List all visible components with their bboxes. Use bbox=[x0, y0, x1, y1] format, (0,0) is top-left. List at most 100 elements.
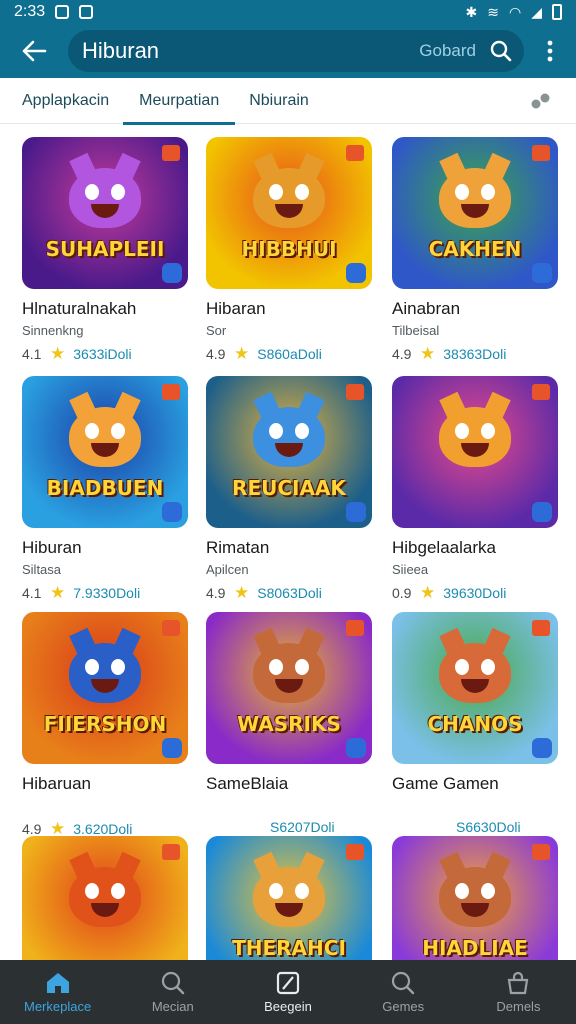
badge-icon bbox=[162, 844, 180, 860]
badge-icon bbox=[532, 384, 550, 400]
thumbnail-title: FIIERSHON bbox=[43, 712, 167, 736]
game-subtitle: Sinnenkng bbox=[22, 323, 84, 338]
tab-label: Applapkacin bbox=[22, 91, 110, 109]
game-name: Hiburan bbox=[22, 538, 82, 557]
search-icon bbox=[161, 971, 184, 994]
search-input-value: Hiburan bbox=[82, 38, 160, 63]
game-thumbnail[interactable]: CHANOS bbox=[392, 612, 558, 764]
game-thumbnail[interactable]: SUHAPLEII bbox=[22, 137, 188, 289]
game-meta: 4.1 ★ 7.9330Doli bbox=[22, 583, 188, 603]
game-meta: S6207Doli bbox=[206, 819, 372, 835]
game-meta: 4.9 ★ S8063Doli bbox=[206, 583, 372, 603]
game-price: 3633iDoli bbox=[73, 346, 132, 362]
game-character bbox=[253, 167, 325, 228]
nav-item-marketplace[interactable]: Merkeplace bbox=[0, 960, 115, 1024]
game-character bbox=[253, 866, 325, 927]
nav-item-beegein[interactable]: Beegein bbox=[230, 960, 345, 1024]
game-name: Hibgelaalarka bbox=[392, 538, 496, 557]
star-icon: ★ bbox=[420, 583, 436, 602]
game-meta: S6630Doli bbox=[392, 819, 558, 835]
game-thumbnail[interactable]: CAKHEN bbox=[392, 137, 558, 289]
tab-meurpatian[interactable]: Meurpatian bbox=[123, 78, 236, 125]
game-rating-number: 0.9 bbox=[392, 585, 412, 601]
nav-label: Merkeplace bbox=[24, 998, 92, 1014]
game-character bbox=[69, 642, 141, 703]
game-rating-number: 4.1 bbox=[22, 346, 42, 362]
status-time: 2:33 bbox=[14, 3, 46, 20]
wifi-icon: ◠ bbox=[509, 3, 522, 20]
game-price: 3.620Doli bbox=[73, 821, 133, 837]
star-icon: ★ bbox=[234, 583, 250, 602]
game-thumbnail[interactable]: HIBBHUI bbox=[206, 137, 372, 289]
game-card[interactable]: FIIERSHON Hibaruan 4.9 ★ 3.620Doli bbox=[22, 612, 188, 839]
nav-label: Gemes bbox=[382, 998, 425, 1014]
game-character bbox=[439, 167, 511, 228]
game-card[interactable]: SUHAPLEII Hlnaturalnakah Sinnenkng 4.1 ★ 3633… bbox=[22, 137, 188, 364]
thumbnail-title: CHANOS bbox=[427, 712, 523, 736]
nav-label: Demels bbox=[496, 998, 541, 1014]
thumbnail-title: HIBBHUI bbox=[241, 237, 337, 261]
download-icon[interactable] bbox=[162, 738, 182, 758]
badge-icon bbox=[162, 384, 180, 400]
game-meta: 4.1 ★ 3633iDoli bbox=[22, 344, 188, 364]
game-name: Ainabran bbox=[392, 299, 461, 318]
game-price: 7.9330Doli bbox=[73, 585, 141, 601]
arrow-left-icon bbox=[22, 40, 47, 62]
badge-icon bbox=[532, 844, 550, 860]
vibrate-icon: ≋ bbox=[487, 3, 499, 20]
download-icon[interactable] bbox=[346, 263, 366, 283]
game-card[interactable]: HIBBHUI Hibaran Sor 4.9 ★ S860aDoli bbox=[206, 137, 372, 364]
link-button[interactable] bbox=[528, 88, 554, 114]
game-meta: 4.9 ★ S860aDoli bbox=[206, 344, 372, 364]
nav-item-mecian[interactable]: Mecian bbox=[115, 960, 230, 1024]
back-button[interactable] bbox=[10, 27, 58, 75]
download-icon[interactable] bbox=[532, 738, 552, 758]
download-icon[interactable] bbox=[532, 502, 552, 522]
game-name: SameBlaia bbox=[206, 774, 289, 793]
game-thumbnail[interactable]: FIIERSHON bbox=[22, 612, 188, 764]
search-input[interactable]: Hiburan Gobard bbox=[68, 30, 524, 72]
thumbnail-title: REUCIAAK bbox=[232, 476, 346, 500]
game-thumbnail[interactable] bbox=[392, 376, 558, 528]
game-name: Hibaran bbox=[206, 299, 266, 318]
game-card[interactable]: Hibgelaalarka Siieea 0.9 ★ 39630Doli bbox=[392, 376, 558, 603]
nav-item-demels[interactable]: Demels bbox=[461, 960, 576, 1024]
game-character bbox=[253, 406, 325, 467]
game-price: S8063Doli bbox=[257, 585, 322, 601]
signal-icon: ◢ bbox=[531, 3, 542, 20]
battery-icon bbox=[552, 4, 562, 20]
download-icon[interactable] bbox=[346, 738, 366, 758]
game-thumbnail[interactable]: WASRIKS bbox=[206, 612, 372, 764]
game-card[interactable]: WASRIKS SameBlaia S6207Doli bbox=[206, 612, 372, 835]
game-card[interactable]: CHANOS Game Gamen S6630Doli bbox=[392, 612, 558, 835]
download-icon[interactable] bbox=[532, 263, 552, 283]
download-icon[interactable] bbox=[346, 502, 366, 522]
tab-applapkacin[interactable]: Applapkacin bbox=[22, 78, 123, 124]
game-card[interactable]: REUCIAAK Rimatan Apilcen 4.9 ★ S8063Doli bbox=[206, 376, 372, 603]
game-thumbnail[interactable]: BIADBUEN bbox=[22, 376, 188, 528]
bookmark-icon bbox=[276, 971, 300, 994]
download-icon[interactable] bbox=[162, 502, 182, 522]
tab-label: Nbiurain bbox=[249, 91, 309, 109]
thumbnail-title: SUHAPLEII bbox=[45, 237, 165, 261]
bottom-nav: Merkeplace Mecian Beegein Gemes Demels bbox=[0, 960, 576, 1024]
tab-nbiurain[interactable]: Nbiurain bbox=[235, 78, 323, 124]
badge-icon bbox=[346, 145, 364, 161]
game-card[interactable]: CAKHEN Ainabran Tilbeisal 4.9 ★ 38363Doli bbox=[392, 137, 558, 364]
search-icon[interactable] bbox=[490, 40, 512, 62]
badge-icon bbox=[532, 620, 550, 636]
more-options-button[interactable] bbox=[534, 27, 566, 75]
game-name: Hlnaturalnakah bbox=[22, 299, 137, 318]
nav-item-gemes[interactable]: Gemes bbox=[346, 960, 461, 1024]
thumbnail-title: CAKHEN bbox=[428, 237, 522, 261]
game-thumbnail[interactable]: REUCIAAK bbox=[206, 376, 372, 528]
game-card[interactable]: BIADBUEN Hiburan Siltasa 4.1 ★ 7.9330Doli bbox=[22, 376, 188, 603]
thumbnail-title: THERAHCI bbox=[232, 936, 346, 960]
game-name: Hibaruan bbox=[22, 774, 91, 793]
star-icon: ★ bbox=[234, 344, 250, 363]
more-vert-icon bbox=[547, 40, 553, 62]
download-icon[interactable] bbox=[162, 263, 182, 283]
game-price: S6630Doli bbox=[456, 819, 521, 835]
category-tabs: Applapkacin Meurpatian Nbiurain bbox=[0, 78, 576, 125]
badge-icon bbox=[346, 620, 364, 636]
